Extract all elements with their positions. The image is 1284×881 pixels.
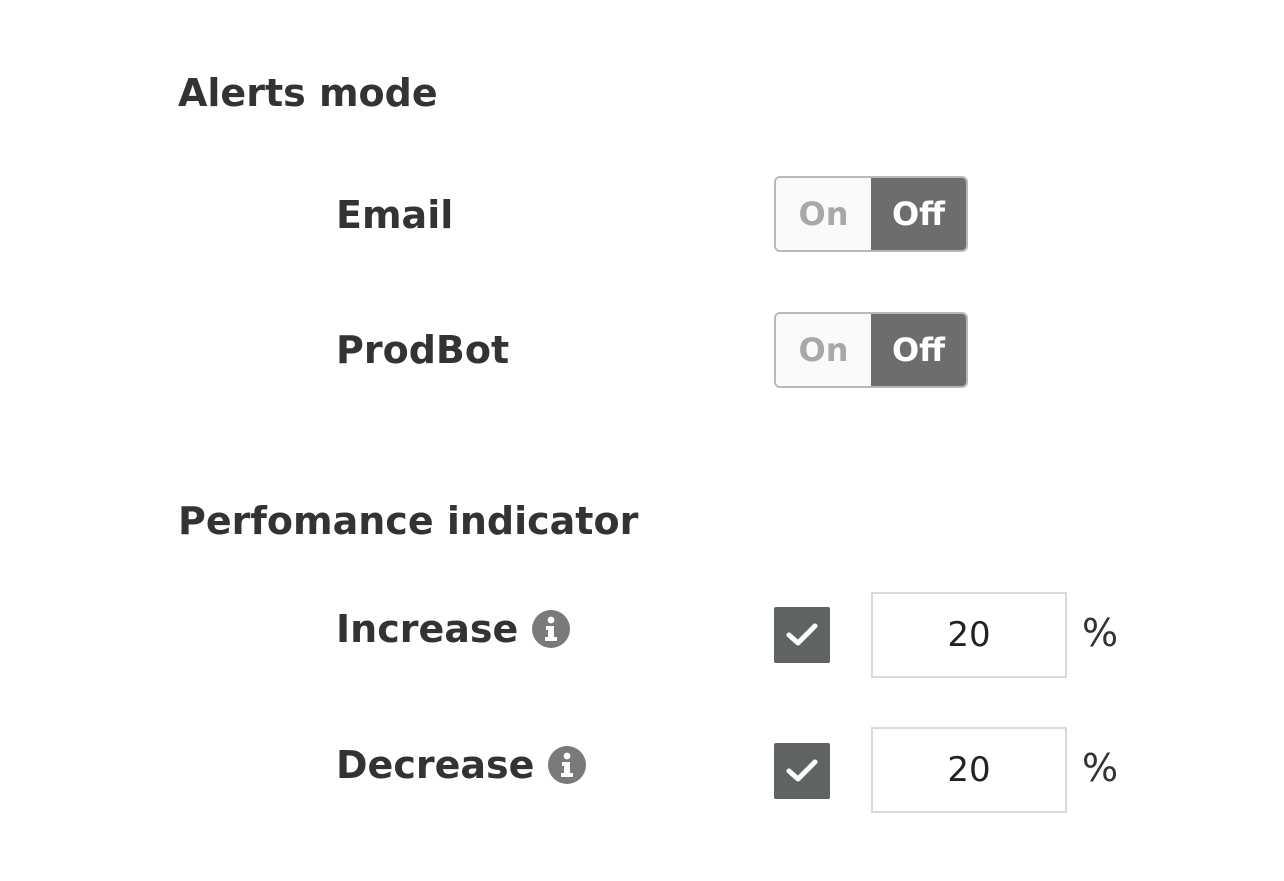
decrease-label: Decrease	[336, 743, 535, 787]
decrease-row-label: Decrease	[336, 743, 587, 787]
increase-row-label: Increase	[336, 607, 571, 651]
settings-panel: Alerts mode Email On Off ProdBot On Off …	[0, 0, 1284, 881]
email-label: Email	[336, 193, 454, 237]
performance-indicator-title: Perfomance indicator	[178, 499, 639, 543]
email-off-option[interactable]: Off	[871, 178, 966, 250]
decrease-info-icon[interactable]	[548, 746, 587, 784]
checkmark-icon	[786, 759, 818, 782]
increase-percent-unit: %	[1082, 611, 1119, 655]
email-on-option[interactable]: On	[776, 178, 871, 250]
increase-percent-input[interactable]	[871, 592, 1067, 678]
prodbot-label: ProdBot	[336, 328, 510, 372]
alerts-mode-title: Alerts mode	[178, 71, 438, 115]
increase-label: Increase	[336, 607, 519, 651]
checkmark-icon	[786, 623, 818, 646]
decrease-percent-input[interactable]	[871, 727, 1067, 813]
increase-checkbox[interactable]	[774, 607, 830, 663]
prodbot-toggle[interactable]: On Off	[774, 312, 968, 388]
decrease-percent-unit: %	[1082, 746, 1119, 790]
prodbot-on-option[interactable]: On	[776, 314, 871, 386]
increase-info-icon[interactable]	[532, 610, 571, 648]
decrease-checkbox[interactable]	[774, 743, 830, 799]
prodbot-off-option[interactable]: Off	[871, 314, 966, 386]
email-toggle[interactable]: On Off	[774, 176, 968, 252]
